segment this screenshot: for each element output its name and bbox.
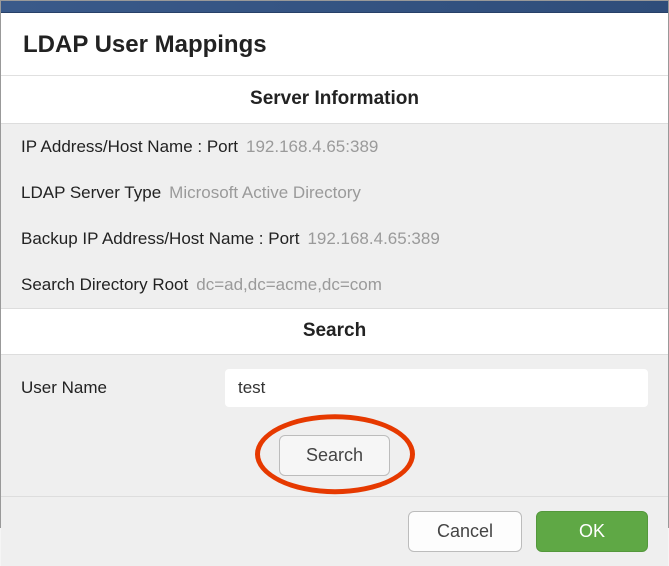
row-ip: IP Address/Host Name : Port 192.168.4.65… [1, 124, 668, 170]
value-backup-ip: 192.168.4.65:389 [307, 229, 439, 249]
search-section: User Name [1, 355, 668, 421]
dialog-window: LDAP User Mappings Server Information IP… [0, 0, 669, 528]
dialog-title: LDAP User Mappings [1, 13, 668, 76]
server-info-header: Server Information [1, 76, 668, 124]
row-search-root: Search Directory Root dc=ad,dc=acme,dc=c… [1, 262, 668, 308]
cancel-button[interactable]: Cancel [408, 511, 522, 552]
value-server-type: Microsoft Active Directory [169, 183, 361, 203]
value-ip: 192.168.4.65:389 [246, 137, 378, 157]
value-search-root: dc=ad,dc=acme,dc=com [196, 275, 382, 295]
label-username: User Name [21, 378, 201, 398]
label-ip: IP Address/Host Name : Port [21, 137, 238, 157]
ok-button[interactable]: OK [536, 511, 648, 552]
row-server-type: LDAP Server Type Microsoft Active Direct… [1, 170, 668, 216]
dialog-body: LDAP User Mappings Server Information IP… [1, 13, 668, 566]
search-header: Search [1, 308, 668, 355]
search-button[interactable]: Search [279, 435, 390, 476]
label-server-type: LDAP Server Type [21, 183, 161, 203]
server-info-section: IP Address/Host Name : Port 192.168.4.65… [1, 124, 668, 308]
label-backup-ip: Backup IP Address/Host Name : Port [21, 229, 299, 249]
dialog-footer: Cancel OK [1, 496, 668, 566]
username-input[interactable] [225, 369, 648, 407]
row-backup-ip: Backup IP Address/Host Name : Port 192.1… [1, 216, 668, 262]
label-search-root: Search Directory Root [21, 275, 188, 295]
window-top-strip [1, 1, 668, 13]
search-button-wrap: Search [1, 421, 668, 496]
